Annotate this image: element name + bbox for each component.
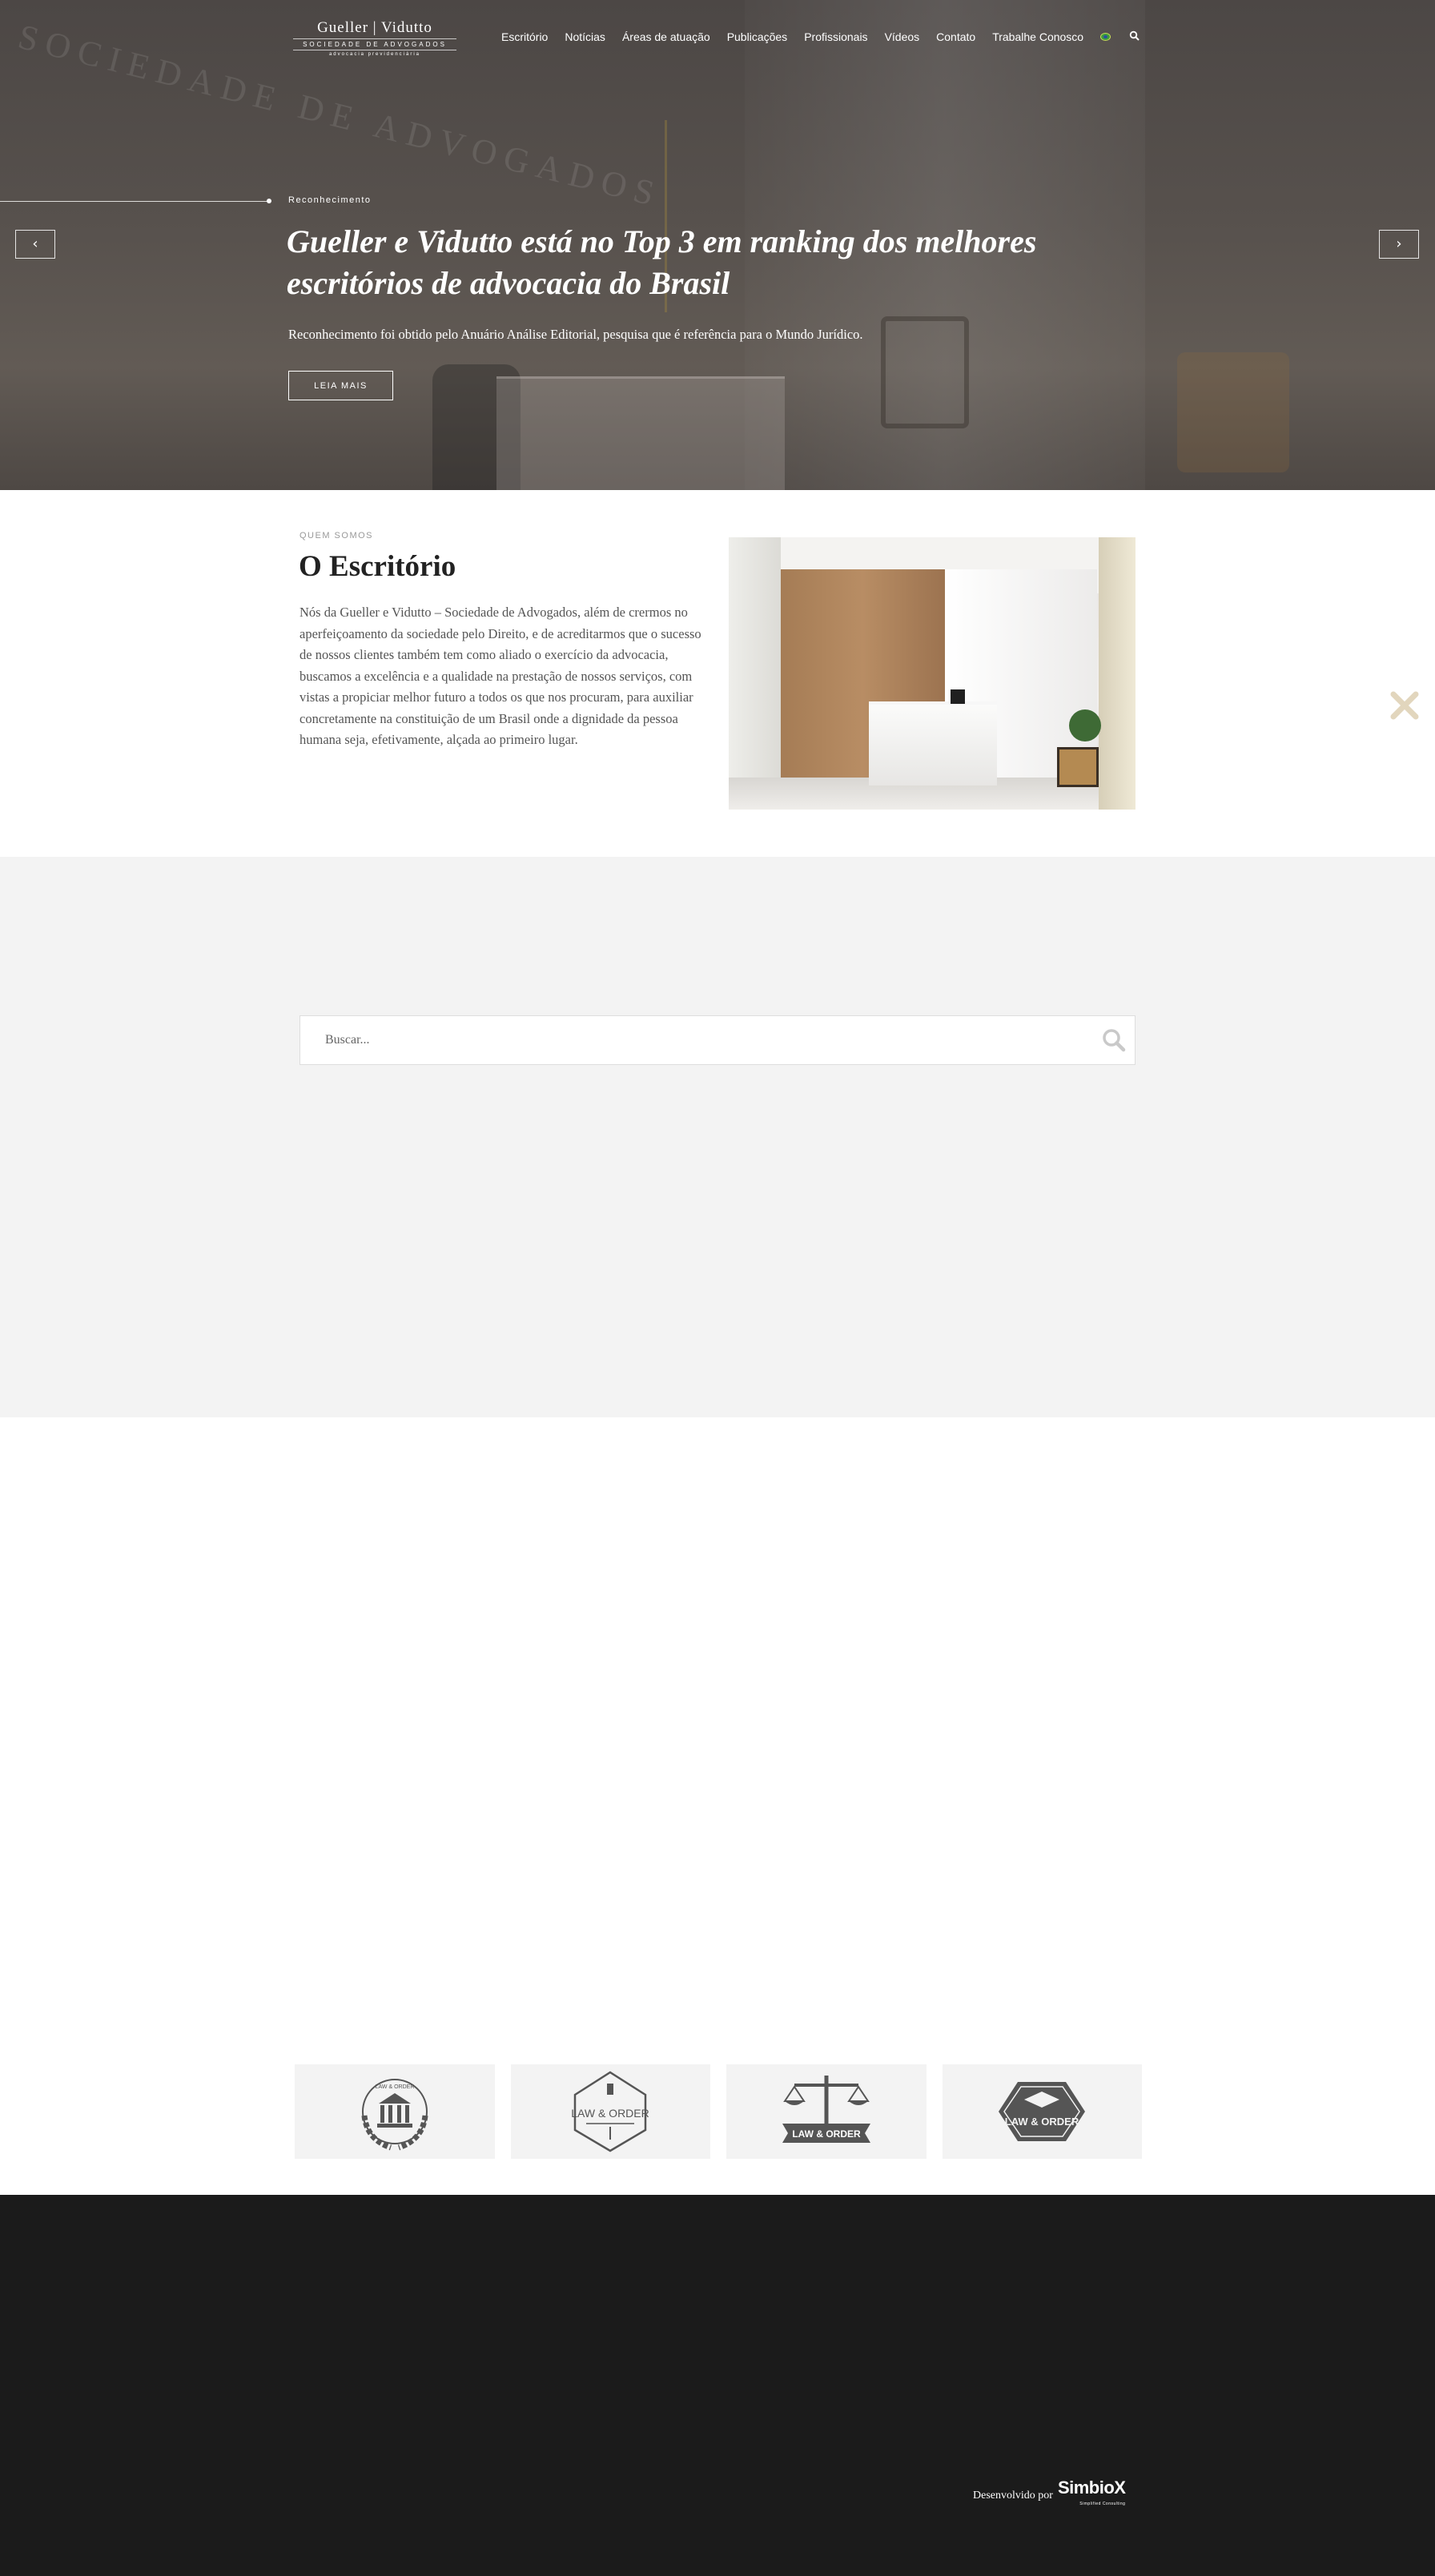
slider-next-button[interactable]: › bbox=[1379, 230, 1419, 259]
brazil-flag-icon[interactable] bbox=[1100, 33, 1111, 41]
logo-subtitle: SOCIEDADE DE ADVOGADOS bbox=[303, 41, 447, 48]
partner-logo-text: LAW & ORDER bbox=[572, 2107, 650, 2120]
search-icon[interactable] bbox=[1101, 1027, 1127, 1053]
hero-kicker: Reconhecimento bbox=[288, 195, 372, 205]
partner-logo-text: LAW & ORDER bbox=[375, 2084, 414, 2090]
partner-logo: LAW & ORDER bbox=[726, 2064, 927, 2159]
column-badge-icon: LAW & ORDER bbox=[572, 2071, 650, 2152]
site-logo[interactable]: Gueller | Vidutto SOCIEDADE DE ADVOGADOS… bbox=[293, 19, 456, 58]
read-more-button[interactable]: LEIA MAIS bbox=[288, 371, 393, 400]
search-input[interactable] bbox=[300, 1016, 1085, 1064]
hero-slider: SOCIEDADE DE ADVOGADOS Gueller | Vidutto… bbox=[0, 0, 1435, 490]
about-text: Nós da Gueller e Vidutto – Sociedade de … bbox=[299, 605, 701, 747]
slide-indicator-dot bbox=[267, 199, 271, 203]
office-reception-photo bbox=[729, 537, 1136, 810]
nav-item-profissionais[interactable]: Profissionais bbox=[804, 30, 867, 43]
search-section bbox=[0, 857, 1435, 1417]
hero-background-chair bbox=[1177, 352, 1289, 472]
search-icon[interactable] bbox=[1129, 30, 1140, 42]
graduation-cap-badge-icon: LAW & ORDER bbox=[999, 2082, 1086, 2141]
partner-logo-text: LAW & ORDER bbox=[792, 2128, 861, 2140]
credit-brand: SimbioX bbox=[1057, 2478, 1126, 2498]
partner-logos: LAW & ORDER LAW & ORDER LAW & ORDER LAW … bbox=[295, 2064, 1142, 2159]
partner-logo: LAW & ORDER bbox=[942, 2064, 1142, 2159]
hero-background-chair bbox=[881, 316, 969, 428]
slider-prev-button[interactable]: ‹ bbox=[15, 230, 55, 259]
credit-label: Desenvolvido por bbox=[973, 2490, 1053, 2502]
photo-reception-counter bbox=[869, 701, 997, 786]
hero-description: Reconhecimento foi obtido pelo Anuário A… bbox=[288, 327, 863, 342]
about-title: O Escritório bbox=[299, 550, 456, 583]
main-nav: Escritório Notícias Áreas de atuação Pub… bbox=[501, 30, 1111, 43]
search-box bbox=[299, 1015, 1136, 1065]
photo-chair bbox=[1057, 747, 1099, 787]
logo-divider bbox=[293, 38, 456, 39]
logo-name: Gueller | Vidutto bbox=[317, 19, 432, 36]
partner-logo-text: LAW & ORDER bbox=[1005, 2116, 1079, 2128]
photo-glass-pillar bbox=[729, 537, 781, 810]
developer-credit[interactable]: Desenvolvido por SimbioX Simplified Cons… bbox=[973, 2478, 1126, 2512]
photo-plant bbox=[1069, 709, 1101, 741]
about-kicker: QUEM SOMOS bbox=[299, 531, 374, 541]
nav-item-publicacoes[interactable]: Publicações bbox=[727, 30, 788, 43]
credit-tagline: Simplified Consulting bbox=[1079, 2502, 1126, 2506]
scales-of-justice-icon: LAW & ORDER bbox=[782, 2076, 870, 2143]
partner-logo: LAW & ORDER bbox=[295, 2064, 495, 2159]
simbiox-logo[interactable]: SimbioX Simplified Consulting bbox=[1057, 2478, 1126, 2512]
site-footer bbox=[0, 2195, 1435, 2576]
partner-logo: LAW & ORDER bbox=[510, 2064, 710, 2159]
slide-indicator-line bbox=[0, 201, 269, 202]
nav-item-contato[interactable]: Contato bbox=[936, 30, 975, 43]
hero-background-desk bbox=[496, 376, 785, 490]
photo-monitor bbox=[951, 689, 965, 704]
logo-tagline: advocacia previdenciária bbox=[328, 52, 421, 57]
courthouse-laurel-icon: LAW & ORDER bbox=[361, 2079, 428, 2151]
nav-item-videos[interactable]: Vídeos bbox=[885, 30, 920, 43]
nav-item-areas[interactable]: Áreas de atuação bbox=[622, 30, 710, 43]
hero-title: Gueller e Vidutto está no Top 3 em ranki… bbox=[287, 223, 1037, 301]
photo-door-frame bbox=[1099, 537, 1136, 810]
nav-item-escritorio[interactable]: Escritório bbox=[501, 30, 548, 43]
close-icon[interactable] bbox=[1389, 689, 1421, 721]
nav-item-noticias[interactable]: Notícias bbox=[565, 30, 605, 43]
nav-item-trabalhe-conosco[interactable]: Trabalhe Conosco bbox=[992, 30, 1083, 43]
